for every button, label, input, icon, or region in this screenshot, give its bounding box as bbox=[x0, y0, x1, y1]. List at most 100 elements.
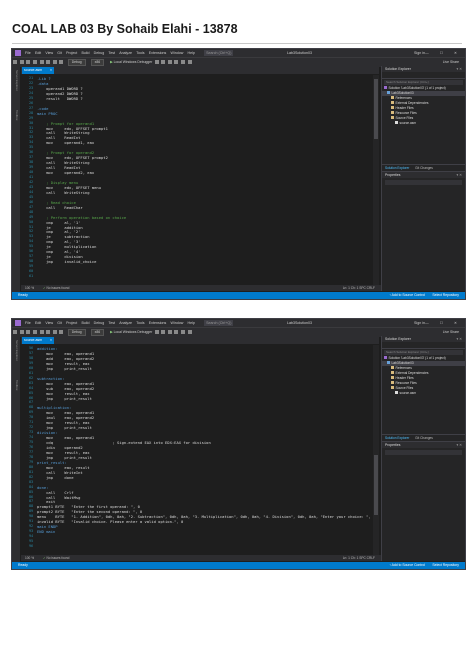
menu-item-test[interactable]: Test bbox=[108, 319, 115, 327]
tool-icon[interactable] bbox=[154, 330, 159, 334]
code-editor[interactable]: 21 22 23 24 25 26 27 28 29 30 31 32 33 34 35 36 37 38 39 40… bbox=[21, 75, 379, 285]
server-explorer-tab[interactable]: Server Explorer bbox=[13, 70, 19, 91]
tool-icon[interactable] bbox=[174, 330, 179, 334]
tool-icon[interactable] bbox=[174, 60, 179, 64]
code-area[interactable]: .Lib ? .data operand1 DWORD ? operand2 DW… bbox=[37, 75, 371, 285]
tab-solution-explorer[interactable]: Solution Explorer bbox=[385, 166, 409, 170]
menu-item-view[interactable]: View bbox=[45, 49, 53, 57]
play-icon[interactable]: ▶ bbox=[110, 330, 113, 334]
config-select[interactable]: Debug bbox=[67, 59, 86, 66]
toolbox-tab[interactable]: Toolbox bbox=[13, 380, 19, 390]
live-share-button[interactable]: Live Share bbox=[443, 58, 459, 66]
tool-icon[interactable] bbox=[180, 330, 185, 334]
close-icon[interactable]: × bbox=[50, 67, 52, 74]
select-repository[interactable]: Select Repository bbox=[432, 562, 459, 569]
add-to-source-control[interactable]: ↑ Add to Source Control bbox=[389, 562, 425, 569]
tab-git-changes[interactable]: Git Changes bbox=[415, 436, 433, 440]
tool-icon[interactable] bbox=[180, 60, 185, 64]
solution-search-input[interactable]: Search Solution Explorer (Ctrl+;) bbox=[384, 350, 463, 355]
menu-item-extensions[interactable]: Extensions bbox=[149, 49, 167, 57]
menu-item-debug[interactable]: Debug bbox=[94, 49, 105, 57]
menu-item-window[interactable]: Window bbox=[171, 319, 184, 327]
menu-item-view[interactable]: View bbox=[45, 319, 53, 327]
sign-in-link[interactable]: Sign in bbox=[414, 319, 425, 327]
menu-item-help[interactable]: Help bbox=[188, 319, 195, 327]
undo-icon[interactable] bbox=[52, 60, 57, 64]
tool-icon[interactable] bbox=[167, 60, 172, 64]
window-controls[interactable]: — ☐ ✕ bbox=[425, 319, 462, 327]
menu-item-edit[interactable]: Edit bbox=[35, 49, 41, 57]
platform-select[interactable]: x86 bbox=[90, 329, 105, 336]
menu-item-analyze[interactable]: Analyze bbox=[119, 49, 132, 57]
menu-item-edit[interactable]: Edit bbox=[35, 319, 41, 327]
tool-icon[interactable] bbox=[161, 330, 166, 334]
menu-item-help[interactable]: Help bbox=[188, 49, 195, 57]
server-explorer-tab[interactable]: Server Explorer bbox=[13, 340, 19, 361]
tool-icon[interactable] bbox=[167, 330, 172, 334]
pin-icon[interactable]: ▾ ✕ bbox=[457, 442, 463, 448]
pin-icon[interactable]: ▾ ✕ bbox=[457, 172, 463, 178]
config-select[interactable]: Debug bbox=[67, 329, 86, 336]
tool-icon[interactable] bbox=[161, 60, 166, 64]
search-input[interactable]: Search (Ctrl+Q) bbox=[204, 320, 234, 326]
tree-item[interactable]: source.asm bbox=[382, 121, 465, 126]
forward-icon[interactable] bbox=[19, 60, 24, 64]
tab-git-changes[interactable]: Git Changes bbox=[415, 166, 433, 170]
live-share-button[interactable]: Live Share bbox=[443, 328, 459, 336]
zoom-level[interactable]: 100 % bbox=[25, 286, 34, 290]
menu-item-file[interactable]: File bbox=[25, 49, 31, 57]
zoom-level[interactable]: 100 % bbox=[25, 556, 34, 560]
save-all-icon[interactable] bbox=[46, 60, 51, 64]
menu-item-test[interactable]: Test bbox=[108, 49, 115, 57]
menu-item-tools[interactable]: Tools bbox=[136, 49, 144, 57]
window-controls[interactable]: — ☐ ✕ bbox=[425, 49, 462, 57]
new-file-icon[interactable] bbox=[26, 60, 31, 64]
save-icon[interactable] bbox=[39, 330, 44, 334]
pin-icon[interactable]: ▾ ✕ bbox=[457, 336, 463, 342]
menu-item-git[interactable]: Git bbox=[57, 319, 62, 327]
scroll-thumb[interactable] bbox=[374, 455, 378, 515]
run-debugger-button[interactable]: Local Windows Debugger bbox=[114, 330, 153, 334]
close-icon[interactable]: × bbox=[50, 337, 52, 344]
menu-item-window[interactable]: Window bbox=[171, 49, 184, 57]
new-file-icon[interactable] bbox=[26, 330, 31, 334]
menu-item-build[interactable]: Build bbox=[81, 319, 89, 327]
menu-item-file[interactable]: File bbox=[25, 319, 31, 327]
select-repository[interactable]: Select Repository bbox=[432, 292, 459, 299]
redo-icon[interactable] bbox=[59, 330, 64, 334]
tool-icon[interactable] bbox=[187, 330, 192, 334]
menu-item-tools[interactable]: Tools bbox=[136, 319, 144, 327]
play-icon[interactable]: ▶ bbox=[110, 60, 113, 64]
open-icon[interactable] bbox=[33, 60, 38, 64]
editor-scrollbar[interactable] bbox=[373, 345, 379, 555]
run-debugger-button[interactable]: Local Windows Debugger bbox=[114, 60, 153, 64]
menu-item-build[interactable]: Build bbox=[81, 49, 89, 57]
editor-scrollbar[interactable] bbox=[373, 75, 379, 285]
save-all-icon[interactable] bbox=[46, 330, 51, 334]
platform-select[interactable]: x86 bbox=[90, 59, 105, 66]
code-editor[interactable]: 56 57 58 59 60 61 62 63 64 65 66 67 68 69 70 71 72 73 74 75… bbox=[21, 345, 379, 555]
sign-in-link[interactable]: Sign in bbox=[414, 49, 425, 57]
menu-item-analyze[interactable]: Analyze bbox=[119, 319, 132, 327]
tool-icon[interactable] bbox=[187, 60, 192, 64]
menu-item-git[interactable]: Git bbox=[57, 49, 62, 57]
menu-item-project[interactable]: Project bbox=[66, 49, 77, 57]
code-area[interactable]: addition: mov eax, operand1 add eax, ope… bbox=[37, 345, 371, 555]
redo-icon[interactable] bbox=[59, 60, 64, 64]
undo-icon[interactable] bbox=[52, 330, 57, 334]
menu-item-debug[interactable]: Debug bbox=[94, 319, 105, 327]
solution-search-input[interactable]: Search Solution Explorer (Ctrl+;) bbox=[384, 80, 463, 85]
back-icon[interactable] bbox=[13, 330, 18, 334]
open-icon[interactable] bbox=[33, 330, 38, 334]
pin-icon[interactable]: ▾ ✕ bbox=[457, 66, 463, 72]
tool-icon[interactable] bbox=[154, 60, 159, 64]
save-icon[interactable] bbox=[39, 60, 44, 64]
tab-source-asm[interactable]: source.asm × bbox=[22, 337, 54, 344]
toolbox-tab[interactable]: Toolbox bbox=[13, 110, 19, 120]
tree-item[interactable]: source.asm bbox=[382, 391, 465, 396]
tab-solution-explorer[interactable]: Solution Explorer bbox=[385, 436, 409, 440]
menu-item-extensions[interactable]: Extensions bbox=[149, 319, 167, 327]
back-icon[interactable] bbox=[13, 60, 18, 64]
tab-source-asm[interactable]: source.asm × bbox=[22, 67, 54, 74]
forward-icon[interactable] bbox=[19, 330, 24, 334]
